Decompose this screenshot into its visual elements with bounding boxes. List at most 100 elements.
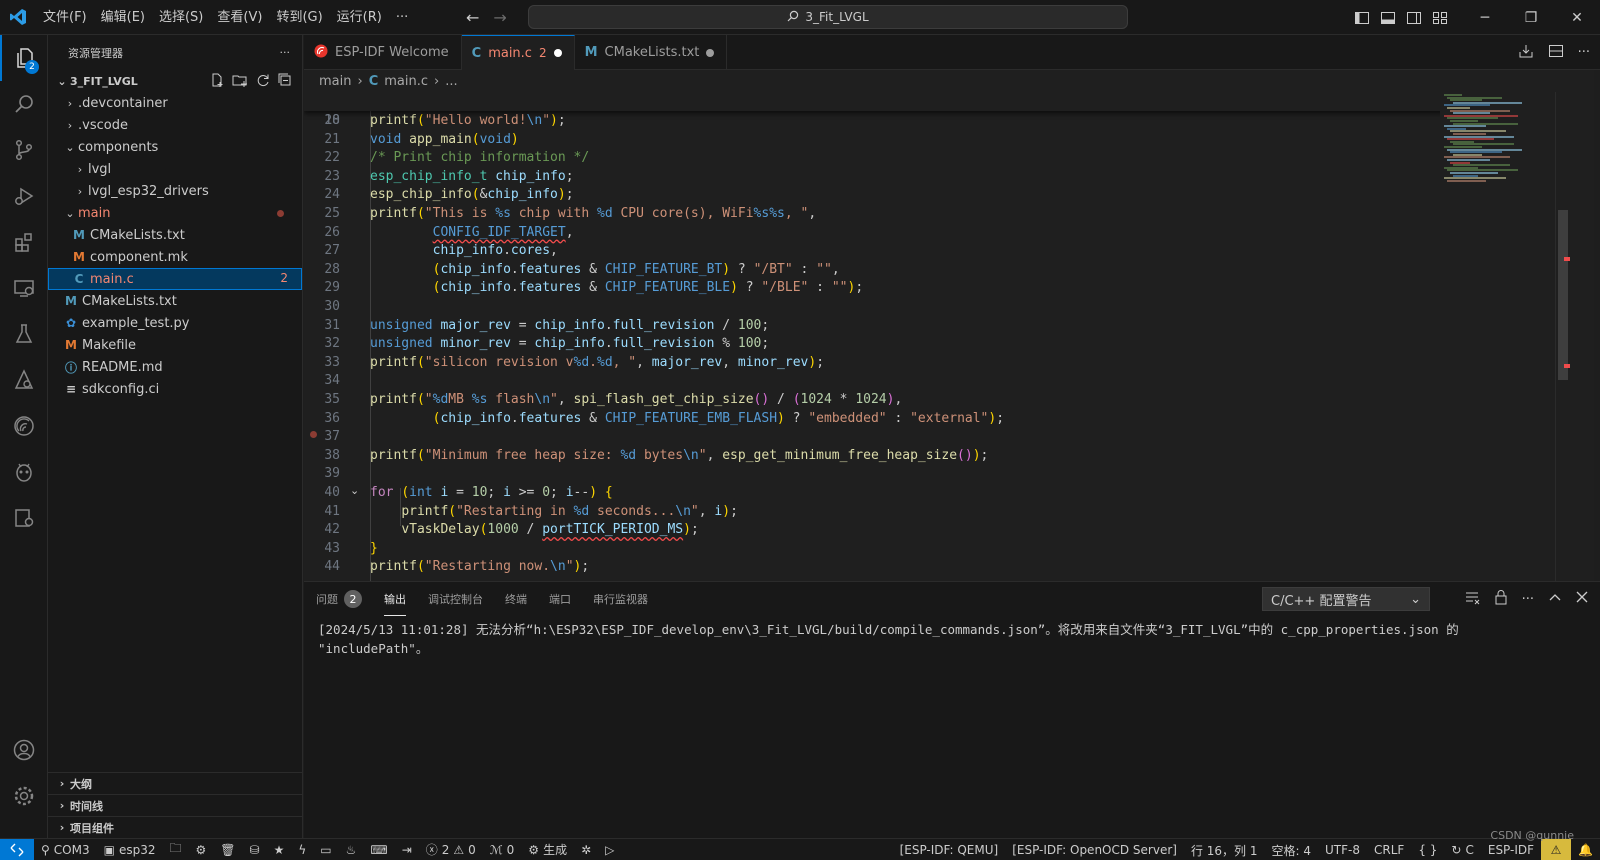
code-line[interactable]: 31 unsigned major_rev = chip_info.full_re… — [304, 316, 1454, 335]
new-folder-icon[interactable] — [232, 73, 248, 90]
close-panel-icon[interactable] — [1576, 591, 1588, 607]
maximize-panel-icon[interactable] — [1548, 590, 1562, 608]
project-components-section[interactable]: › 项目组件 — [48, 816, 303, 838]
outline-section[interactable]: › 大纲 — [48, 772, 303, 794]
braces-icon[interactable]: { } — [1411, 839, 1444, 860]
star-icon[interactable]: ★ — [267, 839, 292, 860]
scrollbar-thumb[interactable] — [1558, 210, 1568, 380]
breadcrumb-file[interactable]: main.c — [384, 74, 428, 89]
tree-folder-lvgl[interactable]: › lvgl — [48, 158, 302, 180]
explorer-icon[interactable]: 2 — [0, 35, 48, 81]
code-line[interactable]: 27 chip_info.cores, — [304, 241, 1454, 260]
tab-terminal[interactable]: 终端 — [505, 582, 527, 616]
run-debug-icon[interactable] — [0, 173, 48, 219]
serial-port-item[interactable]: ⚲ COM3 — [34, 839, 97, 860]
tree-folder-components[interactable]: ⌄ components — [48, 136, 302, 158]
tree-file-sdkconfig-ci[interactable]: ≡ sdkconfig.ci — [48, 378, 302, 400]
tree-folder-main[interactable]: ⌄ main — [48, 202, 302, 224]
debug-bug-icon[interactable]: ✲ — [574, 839, 598, 860]
notifications-bell-icon[interactable]: 🔔 — [1571, 839, 1600, 860]
indentation[interactable]: 空格: 4 — [1265, 839, 1319, 860]
customize-layout-icon[interactable] — [1432, 10, 1448, 26]
cursor-position[interactable]: 行 16，列 1 — [1184, 839, 1265, 860]
tab-debug-console[interactable]: 调试控制台 — [428, 582, 483, 616]
database-icon[interactable]: ⛁ — [243, 839, 267, 860]
tab-main-c[interactable]: C main.c 2 — [461, 35, 575, 70]
vertical-scrollbar[interactable] — [1555, 92, 1570, 581]
clear-output-icon[interactable] — [1464, 589, 1480, 609]
breadcrumb-folder[interactable]: main — [319, 74, 351, 89]
more-actions-icon[interactable]: ··· — [1522, 592, 1534, 607]
menu-view[interactable]: 查看(V) — [210, 0, 269, 35]
tab-ports[interactable]: 端口 — [549, 582, 571, 616]
monitor-icon[interactable]: ▭ — [313, 839, 338, 860]
more-actions-icon[interactable]: ··· — [1578, 45, 1590, 60]
menu-selection[interactable]: 选择(S) — [152, 0, 210, 35]
warning-indicator-icon[interactable]: ⚠ — [1541, 839, 1572, 860]
tree-folder-vscode[interactable]: › .vscode — [48, 114, 302, 136]
code-line[interactable]: 26 CONFIG_IDF_TARGET, — [304, 223, 1454, 242]
esp-idf-status[interactable]: ESP-IDF — [1481, 839, 1541, 860]
tab-problems[interactable]: 问题 2 — [316, 582, 362, 616]
toggle-sidebar-icon[interactable] — [1354, 10, 1370, 26]
target-item[interactable]: ▣ esp32 — [97, 839, 163, 860]
code-line[interactable]: 20 printf("Hello world!\n"); — [304, 111, 1454, 130]
source-control-icon[interactable] — [0, 127, 48, 173]
command-center-search[interactable]: 3_Fit_LVGL — [528, 5, 1128, 29]
code-line[interactable]: 28 (chip_info.features & CHIP_FEATURE_BT… — [304, 260, 1454, 279]
code-line[interactable]: 41 printf("Restarting in %d seconds...\n… — [304, 502, 1454, 521]
code-line[interactable]: 34 — [304, 371, 1454, 390]
minimize-button[interactable]: ─ — [1462, 0, 1508, 35]
tree-file-makefile[interactable]: M Makefile — [48, 334, 302, 356]
code-line[interactable]: 44 printf("Restarting now.\n"); — [304, 557, 1454, 576]
restore-button[interactable]: ❐ — [1508, 0, 1554, 35]
code-line[interactable]: 35 printf("%dMB %s flash\n", spi_flash_ge… — [304, 390, 1454, 409]
code-line[interactable]: 36 (chip_info.features & CHIP_FEATURE_EM… — [304, 409, 1454, 428]
problems-status-item[interactable]: ⓧ 2 ⚠ 0 — [419, 839, 483, 860]
toggle-panel-icon[interactable] — [1380, 10, 1396, 26]
code-line[interactable]: 25 printf("This is %s chip with %d CPU co… — [304, 204, 1454, 223]
extensions-icon[interactable] — [0, 219, 48, 265]
code-line[interactable]: 40 for (int i = 10; i >= 0; i--) { — [304, 483, 1454, 502]
code-line[interactable]: 29 (chip_info.features & CHIP_FEATURE_BL… — [304, 278, 1454, 297]
flame-icon[interactable]: ♨ — [339, 839, 364, 860]
remote-indicator-icon[interactable] — [0, 838, 34, 860]
manage-gear-icon[interactable] — [0, 773, 48, 819]
menu-go[interactable]: 转到(G) — [269, 0, 329, 35]
output-channel-select[interactable]: C/C++ 配置警告 ⌄ — [1262, 587, 1430, 611]
close-window-button[interactable]: ✕ — [1554, 0, 1600, 35]
menu-run[interactable]: 运行(R) — [330, 0, 389, 35]
unsaved-dot-icon[interactable] — [553, 49, 562, 57]
back-arrow-icon[interactable]: ← — [466, 8, 479, 27]
code-line[interactable]: 30 — [304, 297, 1454, 316]
tab-output[interactable]: 输出 — [384, 582, 406, 616]
split-editor-icon[interactable] — [1548, 43, 1564, 63]
code-line[interactable]: 43} — [304, 539, 1454, 558]
refresh-icon[interactable] — [256, 73, 270, 90]
tab-serial-monitor[interactable]: 串行监视器 — [593, 582, 648, 616]
full-clean-trash-icon[interactable]: 🗑 — [213, 839, 242, 860]
code-line[interactable]: 24 esp_chip_info(&chip_info); — [304, 185, 1454, 204]
device-settings-icon[interactable] — [0, 495, 48, 541]
tree-file-cmakelists[interactable]: M CMakeLists.txt — [48, 290, 302, 312]
timeline-section[interactable]: › 时间线 — [48, 794, 303, 816]
sticky-scroll-header[interactable]: 18 void app_main(void) — [304, 92, 1454, 147]
ports-status-item[interactable]: ℳ 0 — [483, 839, 521, 860]
collapse-all-icon[interactable] — [278, 73, 292, 90]
build-flash-monitor-icon[interactable]: ⇥ — [395, 839, 419, 860]
flash-icon[interactable]: ϟ — [291, 839, 313, 860]
platformio-alien-icon[interactable] — [0, 449, 48, 495]
tab-cmakelists[interactable]: M CMakeLists.txt — [575, 35, 728, 70]
minimap[interactable] — [1440, 92, 1555, 581]
code-line[interactable]: 37 — [304, 427, 1454, 446]
sdkconfig-gear-icon[interactable]: ⚙ — [189, 839, 214, 860]
testing-flask-icon[interactable] — [0, 311, 48, 357]
build-status-item[interactable]: ⚙ 生成 — [521, 839, 574, 860]
terminal-icon[interactable]: ⌨ — [363, 839, 394, 860]
encoding[interactable]: UTF-8 — [1318, 839, 1367, 860]
tree-file-main-c[interactable]: C main.c 2 — [48, 268, 302, 290]
tree-folder-devcontainer[interactable]: › .devcontainer — [48, 92, 302, 114]
code-editor[interactable]: ⌄ 20 printf("Hello world!\n"); 21 22/* Prin… — [304, 92, 1594, 581]
menu-edit[interactable]: 编辑(E) — [94, 0, 152, 35]
workspace-root[interactable]: ⌄ 3_FIT_LVGL — [48, 70, 302, 92]
